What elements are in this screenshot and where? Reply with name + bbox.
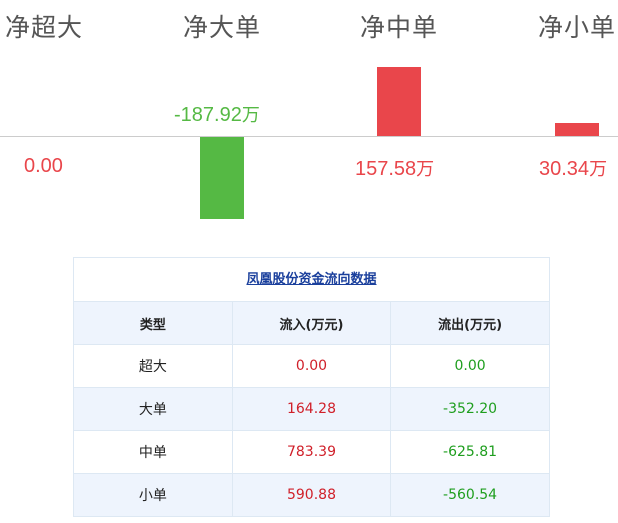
table-row: 超大 0.00 0.00 xyxy=(74,344,549,388)
row-type: 中单 xyxy=(74,430,233,474)
value-label-small: 30.34万 xyxy=(539,158,608,180)
header-inflow: 流入(万元) xyxy=(231,301,391,345)
category-label-small: 净小单 xyxy=(538,13,617,42)
category-label-large: 净大单 xyxy=(183,13,262,42)
value-label-super: 0.00 xyxy=(24,155,63,177)
row-outflow: -625.81 xyxy=(390,430,549,474)
row-type: 超大 xyxy=(74,344,233,388)
row-outflow: 0.00 xyxy=(390,344,549,388)
row-inflow: 164.28 xyxy=(231,387,391,431)
chart-zero-axis xyxy=(0,136,618,137)
row-outflow: -560.54 xyxy=(390,473,549,516)
table-row: 大单 164.28 -352.20 xyxy=(74,387,549,431)
row-type: 大单 xyxy=(74,387,233,431)
row-inflow: 0.00 xyxy=(231,344,391,388)
fund-flow-table: 凤凰股份资金流向数据 类型 流入(万元) 流出(万元) 超大 0.00 0.00… xyxy=(73,257,550,517)
fund-flow-chart: 净超大 净大单 净中单 净小单 0.00 -187.92万 157.58万 30… xyxy=(0,0,618,240)
table-row: 中单 783.39 -625.81 xyxy=(74,430,549,474)
table-title-link[interactable]: 凤凰股份资金流向数据 xyxy=(74,258,549,301)
value-label-medium: 157.58万 xyxy=(355,158,435,180)
bar-small xyxy=(555,123,599,136)
header-type: 类型 xyxy=(74,301,233,345)
row-outflow: -352.20 xyxy=(390,387,549,431)
row-inflow: 783.39 xyxy=(231,430,391,474)
bar-medium xyxy=(377,67,421,136)
row-type: 小单 xyxy=(74,473,233,516)
value-label-large: -187.92万 xyxy=(174,104,260,126)
category-label-medium: 净中单 xyxy=(360,13,439,42)
table-row: 小单 590.88 -560.54 xyxy=(74,473,549,516)
header-outflow: 流出(万元) xyxy=(390,301,549,345)
row-inflow: 590.88 xyxy=(231,473,391,516)
bar-large xyxy=(200,137,244,219)
table-header-row: 类型 流入(万元) 流出(万元) xyxy=(74,301,549,345)
data-table: 类型 流入(万元) 流出(万元) 超大 0.00 0.00 大单 164.28 … xyxy=(74,301,549,516)
category-label-super: 净超大 xyxy=(5,13,84,42)
